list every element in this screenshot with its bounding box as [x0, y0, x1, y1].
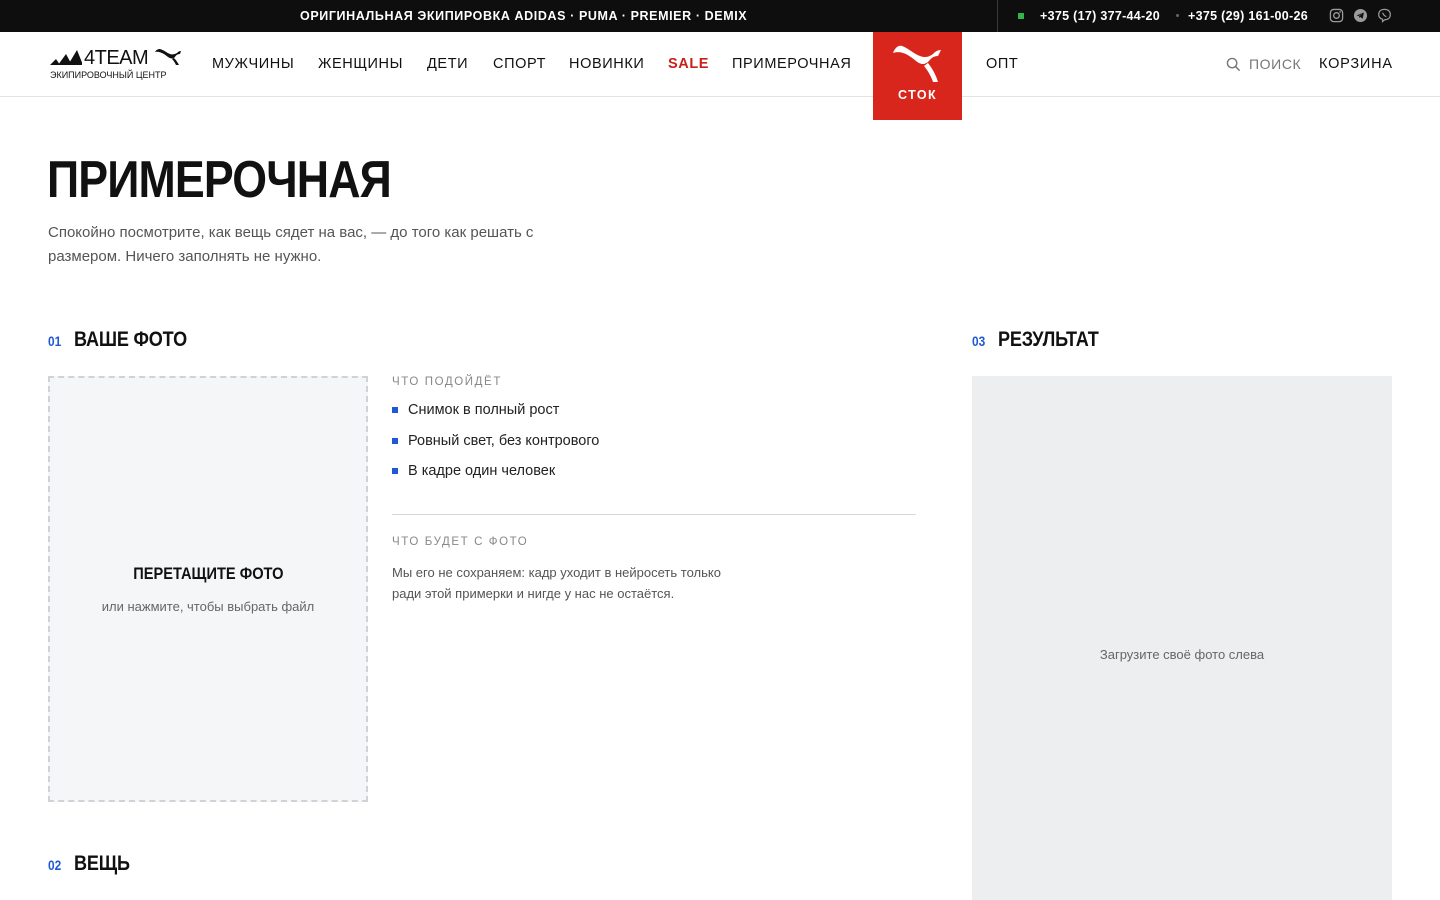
result-panel: Загрузите своё фото слева: [972, 376, 1392, 900]
puma-cat-icon: [155, 49, 181, 65]
page-title: ПРИМЕРОЧНАЯ: [47, 151, 392, 209]
list-item: Снимок в полный рост: [392, 401, 916, 432]
section-number: 03: [972, 333, 986, 349]
nav-item-fitting-room[interactable]: ПРИМЕРОЧНАЯ: [732, 32, 851, 96]
section-number: 02: [48, 857, 62, 873]
phone-link-2[interactable]: +375 (29) 161-00-26: [1188, 0, 1308, 32]
section-heading-result: 03 РЕЗУЛЬТАТ: [972, 328, 1115, 352]
divider: [392, 514, 916, 515]
nav-item-sale[interactable]: SALE: [668, 32, 709, 96]
section-title: ВЕЩЬ: [73, 852, 130, 875]
section-title: РЕЗУЛЬТАТ: [997, 328, 1099, 351]
viber-icon[interactable]: [1377, 8, 1392, 23]
phone-link-1[interactable]: +375 (17) 377-44-20: [1040, 0, 1160, 32]
section-heading-photo: 01 ВАШЕ ФОТО: [48, 328, 205, 352]
list-item: В кадре один человек: [392, 462, 916, 493]
fit-list: Снимок в полный рост Ровный свет, без ко…: [392, 401, 916, 493]
cart-link[interactable]: КОРЗИНА: [1319, 32, 1393, 96]
privacy-caption: ЧТО БУДЕТ С ФОТО: [392, 536, 529, 548]
privacy-note: Мы его не сохраняем: кадр уходит в нейро…: [392, 565, 721, 601]
top-bar: ОРИГИНАЛЬНАЯ ЭКИПИРОВКА ADIDAS · PUMA · …: [0, 0, 1440, 32]
online-status-dot: [1018, 13, 1024, 19]
stock-button[interactable]: СТОК: [873, 32, 962, 120]
nav-item-new[interactable]: НОВИНКИ: [569, 32, 644, 96]
adidas-stripes-icon: [50, 50, 82, 65]
top-bar-divider: [997, 0, 998, 32]
section-number: 01: [48, 333, 62, 349]
nav-item-wholesale[interactable]: ОПТ: [986, 32, 1018, 96]
fit-caption: ЧТО ПОДОЙДЁТ: [392, 376, 502, 388]
dropzone-title: ПЕРЕТАЩИТЕ ФОТО: [132, 564, 284, 583]
logo-subtitle: ЭКИПИРОВОЧНЫЙ ЦЕНТР: [50, 70, 167, 80]
top-bar-tagline: ОРИГИНАЛЬНАЯ ЭКИПИРОВКА ADIDAS · PUMA · …: [300, 9, 748, 23]
dropzone-subtitle: или нажмите, чтобы выбрать файл: [101, 599, 315, 614]
site-logo[interactable]: 4TEAM ЭКИПИРОВОЧНЫЙ ЦЕНТР: [50, 46, 185, 86]
logo-brand: 4TEAM: [84, 47, 149, 69]
result-hint: Загрузите своё фото слева: [1099, 647, 1265, 662]
photo-dropzone[interactable]: ПЕРЕТАЩИТЕ ФОТО или нажмите, чтобы выбра…: [48, 376, 368, 802]
search-button[interactable]: ПОИСК: [1226, 32, 1301, 96]
nav-item-women[interactable]: ЖЕНЩИНЫ: [318, 32, 403, 96]
puma-cat-icon: [893, 45, 941, 82]
nav-item-sport[interactable]: СПОРТ: [493, 32, 546, 96]
section-heading-item: 02 ВЕЩЬ: [48, 852, 138, 876]
main-header: 4TEAM ЭКИПИРОВОЧНЫЙ ЦЕНТР МУЖЧИНЫ ЖЕНЩИН…: [0, 32, 1440, 120]
telegram-icon[interactable]: [1353, 8, 1368, 23]
section-title: ВАШЕ ФОТО: [73, 328, 187, 351]
nav-item-kids[interactable]: ДЕТИ: [427, 32, 468, 96]
phone-separator: [1176, 14, 1179, 17]
instagram-icon[interactable]: [1329, 8, 1344, 23]
search-label: ПОИСК: [1249, 56, 1302, 72]
search-icon: [1226, 57, 1241, 71]
nav-item-men[interactable]: МУЖЧИНЫ: [212, 32, 294, 96]
photo-requirements: ЧТО ПОДОЙДЁТ Снимок в полный рост Ровный…: [392, 376, 916, 601]
stock-label: СТОК: [898, 88, 937, 102]
list-item: Ровный свет, без контрового: [392, 432, 916, 463]
page-lead: Спокойно посмотрите, как вещь сядет на в…: [48, 224, 534, 265]
